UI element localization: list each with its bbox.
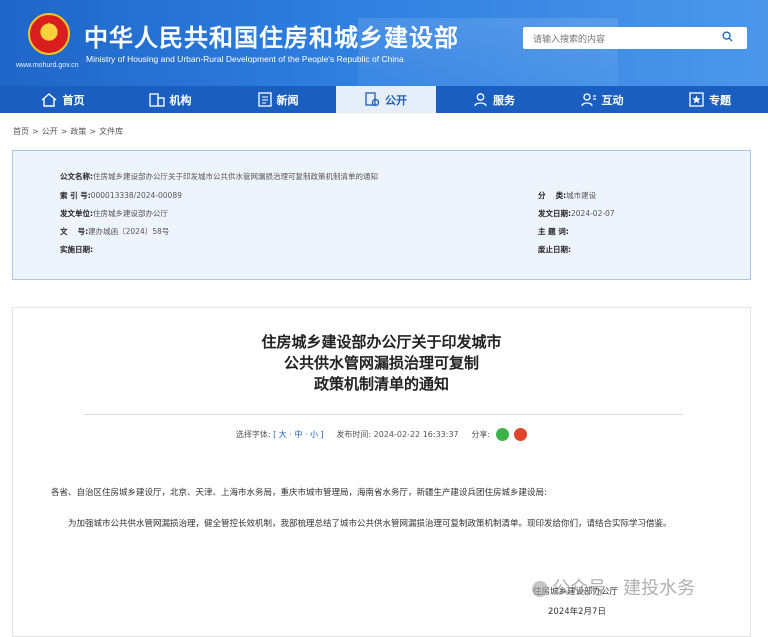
breadcrumb-library[interactable]: 文件库 <box>99 127 123 136</box>
document-metadata-panel: 公文名称:住房城乡建设部办公厅关于印发城市公共供水管网漏损治理可复制政策机制清单… <box>12 150 751 280</box>
news-icon <box>257 92 272 107</box>
watermark: 公众号 · 建投水务 <box>532 574 695 600</box>
meta-doc-no: 文 号:建办城函〔2024〕58号 <box>60 226 169 237</box>
nav-label: 首页 <box>62 93 85 107</box>
nav-label: 互动 <box>601 93 624 107</box>
meta-label: 实施日期: <box>60 245 93 254</box>
meta-issuer: 发文单位:住房城乡建设部办公厅 <box>60 208 168 219</box>
meta-issue-date: 发文日期:2024-02-07 <box>538 208 615 219</box>
search-input[interactable] <box>523 29 713 51</box>
article-title: 住房城乡建设部办公厅关于印发城市 公共供水管网漏损治理可复制 政策机制清单的通知 <box>13 332 750 395</box>
font-size-selector[interactable]: [ 大 · 中 · 小 ] <box>273 430 324 439</box>
nav-item-open[interactable]: 公开 <box>336 86 436 113</box>
nav-item-news[interactable]: 新闻 <box>228 86 328 113</box>
wechat-share-icon[interactable] <box>495 428 509 441</box>
meta-label: 发文日期: <box>538 209 571 218</box>
article-paragraph: 为加强城市公共供水管网漏损治理，健全管控长效机制，我部梳理总结了城市公共供水管网… <box>68 519 672 529</box>
site-header: ★ www.mohurd.gov.cn 中华人民共和国住房和城乡建设部 Mini… <box>0 0 768 86</box>
article-sign-date: 2024年2月7日 <box>548 607 606 617</box>
national-emblem-icon[interactable]: ★ <box>28 13 70 55</box>
nav-label: 公开 <box>385 93 407 107</box>
breadcrumb-separator: > <box>89 127 97 136</box>
meta-label: 文 号: <box>60 227 89 236</box>
article-title-line: 住房城乡建设部办公厅关于印发城市 <box>261 333 502 351</box>
meta-label: 索 引 号: <box>60 191 91 200</box>
meta-label: 公文名称: <box>60 172 93 181</box>
article-title-line: 公共供水管网漏损治理可复制 <box>283 354 479 372</box>
breadcrumb-separator: > <box>60 127 68 136</box>
meta-repeal-date: 废止日期: <box>538 244 571 255</box>
meta-label: 发文单位: <box>60 209 93 218</box>
meta-value: 2024-02-07 <box>571 209 615 218</box>
breadcrumb-separator: > <box>32 127 39 136</box>
search-box <box>523 27 747 51</box>
breadcrumb-policy[interactable]: 政策 <box>70 127 86 136</box>
nav-item-home[interactable]: 首页 <box>12 86 112 113</box>
meta-label: 废止日期: <box>538 245 571 254</box>
meta-value: 住房城乡建设部办公厅 <box>93 209 168 218</box>
meta-value: 城市建设 <box>566 191 597 200</box>
user-service-icon <box>474 93 487 107</box>
nav-label: 机构 <box>169 93 192 107</box>
breadcrumb-home[interactable]: 首页 <box>13 127 29 136</box>
site-title[interactable]: 中华人民共和国住房和城乡建设部 <box>84 18 459 53</box>
nav-item-institutions[interactable]: 机构 <box>120 86 220 113</box>
nav-item-topics[interactable]: 专题 <box>660 86 760 113</box>
meta-value: 建办城函〔2024〕58号 <box>88 227 170 236</box>
publish-time-label: 发布时间: <box>336 430 372 439</box>
meta-doc-name: 公文名称:住房城乡建设部办公厅关于印发城市公共供水管网漏损治理可复制政策机制清单… <box>60 171 378 182</box>
title-divider <box>83 414 683 415</box>
share-label: 分享: <box>471 430 491 439</box>
open-icon <box>365 92 380 107</box>
meta-category: 分 类:城市建设 <box>538 190 596 201</box>
nav-item-services[interactable]: 服务 <box>444 86 544 113</box>
font-size-label: 选择字体: <box>235 430 271 439</box>
meta-value: 000013338/2024-00089 <box>90 191 182 200</box>
meta-label: 分 类: <box>538 191 567 200</box>
publish-time: 2024-02-22 16:33:37 <box>373 430 459 439</box>
meta-value: 住房城乡建设部办公厅关于印发城市公共供水管网漏损治理可复制政策机制清单的通知 <box>93 172 378 181</box>
meta-index: 索 引 号:000013338/2024-00089 <box>60 190 182 201</box>
breadcrumb: 首页 > 公开 > 政策 > 文件库 <box>13 126 126 137</box>
home-icon <box>41 93 56 107</box>
meta-label: 主 题 词: <box>538 227 569 236</box>
meta-subject: 主 题 词: <box>538 226 569 237</box>
nav-label: 服务 <box>493 93 515 107</box>
wechat-watermark-icon <box>532 581 548 597</box>
article-title-line: 政策机制清单的通知 <box>313 375 449 393</box>
site-url[interactable]: www.mohurd.gov.cn <box>16 62 79 69</box>
main-nav: 首页 机构 新闻 公开 服务 互动 专题 <box>0 86 768 113</box>
nav-item-interaction[interactable]: 互动 <box>552 86 652 113</box>
nav-label: 新闻 <box>276 93 299 107</box>
site-subtitle: Ministry of Housing and Urban-Rural Deve… <box>86 54 404 64</box>
article-recipients: 各省、自治区住房城乡建设厅，北京、天津、上海市水务局，重庆市城市管理局，海南省水… <box>51 488 547 498</box>
search-icon[interactable] <box>722 31 733 42</box>
topic-icon <box>689 92 704 107</box>
meta-effective-date: 实施日期: <box>60 244 93 255</box>
interact-icon <box>580 93 596 107</box>
building-icon <box>148 92 165 107</box>
weibo-share-icon[interactable] <box>514 428 528 441</box>
breadcrumb-open[interactable]: 公开 <box>42 127 58 136</box>
watermark-text: 公众号 · 建投水务 <box>552 578 696 599</box>
article-tools: 选择字体: [ 大 · 中 · 小 ] 发布时间: 2024-02-22 16:… <box>13 428 750 441</box>
nav-label: 专题 <box>709 93 731 107</box>
